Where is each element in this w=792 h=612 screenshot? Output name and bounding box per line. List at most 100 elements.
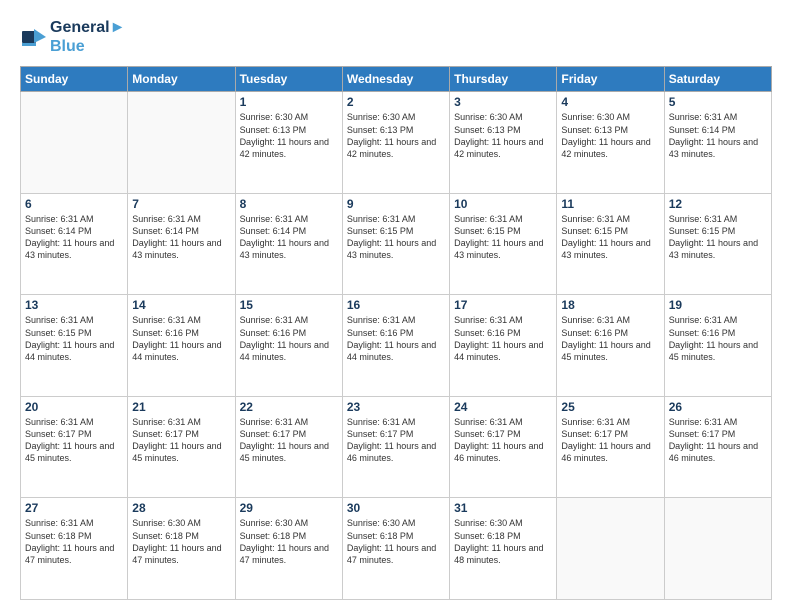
day-info: Sunrise: 6:31 AM Sunset: 6:15 PM Dayligh…	[347, 213, 445, 262]
day-number: 30	[347, 501, 445, 515]
calendar-cell: 14 Sunrise: 6:31 AM Sunset: 6:16 PM Dayli…	[128, 295, 235, 397]
day-number: 21	[132, 400, 230, 414]
day-info: Sunrise: 6:31 AM Sunset: 6:17 PM Dayligh…	[240, 416, 338, 465]
week-row-2: 6Sunrise: 6:31 AM Sunset: 6:14 PM Daylig…	[21, 193, 772, 295]
calendar-cell: 10Sunrise: 6:31 AM Sunset: 6:15 PM Dayli…	[450, 193, 557, 295]
calendar-cell: 4 Sunrise: 6:30 AM Sunset: 6:13 PM Daylig…	[557, 92, 664, 194]
day-info: Sunrise: 6:30 AM Sunset: 6:18 PM Dayligh…	[347, 517, 445, 566]
calendar-cell: 26 Sunrise: 6:31 AM Sunset: 6:17 PM Dayli…	[664, 396, 771, 498]
calendar-cell: 11 Sunrise: 6:31 AM Sunset: 6:15 PM Dayli…	[557, 193, 664, 295]
day-number: 14	[132, 298, 230, 312]
calendar-cell: 12 Sunrise: 6:31 AM Sunset: 6:15 PM Dayli…	[664, 193, 771, 295]
day-number: 27	[25, 501, 123, 515]
week-row-4: 20 Sunrise: 6:31 AM Sunset: 6:17 PM Dayli…	[21, 396, 772, 498]
logo: General► Blue	[20, 18, 125, 56]
day-info: Sunrise: 6:31 AM Sunset: 6:16 PM Dayligh…	[132, 314, 230, 363]
calendar-cell: 21 Sunrise: 6:31 AM Sunset: 6:17 PM Dayli…	[128, 396, 235, 498]
calendar-cell: 6Sunrise: 6:31 AM Sunset: 6:14 PM Daylig…	[21, 193, 128, 295]
weekday-header-sunday: Sunday	[21, 67, 128, 92]
calendar-cell: 23 Sunrise: 6:31 AM Sunset: 6:17 PM Dayli…	[342, 396, 449, 498]
day-info: Sunrise: 6:31 AM Sunset: 6:15 PM Dayligh…	[25, 314, 123, 363]
day-info: Sunrise: 6:31 AM Sunset: 6:17 PM Dayligh…	[132, 416, 230, 465]
day-number: 25	[561, 400, 659, 414]
calendar-cell	[664, 498, 771, 600]
day-number: 23	[347, 400, 445, 414]
day-number: 19	[669, 298, 767, 312]
calendar-cell: 25 Sunrise: 6:31 AM Sunset: 6:17 PM Dayli…	[557, 396, 664, 498]
day-info: Sunrise: 6:30 AM Sunset: 6:18 PM Dayligh…	[240, 517, 338, 566]
day-info: Sunrise: 6:30 AM Sunset: 6:13 PM Dayligh…	[347, 111, 445, 160]
day-info: Sunrise: 6:31 AM Sunset: 6:17 PM Dayligh…	[561, 416, 659, 465]
day-number: 16	[347, 298, 445, 312]
day-info: Sunrise: 6:31 AM Sunset: 6:14 PM Dayligh…	[132, 213, 230, 262]
day-info: Sunrise: 6:31 AM Sunset: 6:15 PM Dayligh…	[454, 213, 552, 262]
weekday-header-saturday: Saturday	[664, 67, 771, 92]
day-info: Sunrise: 6:31 AM Sunset: 6:15 PM Dayligh…	[669, 213, 767, 262]
day-number: 22	[240, 400, 338, 414]
calendar-header-row: SundayMondayTuesdayWednesdayThursdayFrid…	[21, 67, 772, 92]
day-info: Sunrise: 6:31 AM Sunset: 6:17 PM Dayligh…	[347, 416, 445, 465]
day-number: 26	[669, 400, 767, 414]
day-info: Sunrise: 6:31 AM Sunset: 6:16 PM Dayligh…	[454, 314, 552, 363]
week-row-5: 27Sunrise: 6:31 AM Sunset: 6:18 PM Dayli…	[21, 498, 772, 600]
day-info: Sunrise: 6:31 AM Sunset: 6:16 PM Dayligh…	[347, 314, 445, 363]
day-info: Sunrise: 6:31 AM Sunset: 6:17 PM Dayligh…	[25, 416, 123, 465]
calendar-cell: 17 Sunrise: 6:31 AM Sunset: 6:16 PM Dayli…	[450, 295, 557, 397]
calendar-cell: 7 Sunrise: 6:31 AM Sunset: 6:14 PM Daylig…	[128, 193, 235, 295]
logo-icon	[20, 23, 48, 51]
day-info: Sunrise: 6:30 AM Sunset: 6:13 PM Dayligh…	[454, 111, 552, 160]
calendar-cell	[557, 498, 664, 600]
calendar-cell: 8 Sunrise: 6:31 AM Sunset: 6:14 PM Daylig…	[235, 193, 342, 295]
day-info: Sunrise: 6:31 AM Sunset: 6:16 PM Dayligh…	[561, 314, 659, 363]
calendar-cell: 30 Sunrise: 6:30 AM Sunset: 6:18 PM Dayli…	[342, 498, 449, 600]
day-info: Sunrise: 6:30 AM Sunset: 6:18 PM Dayligh…	[454, 517, 552, 566]
weekday-header-thursday: Thursday	[450, 67, 557, 92]
day-number: 13	[25, 298, 123, 312]
week-row-1: 1 Sunrise: 6:30 AM Sunset: 6:13 PM Daylig…	[21, 92, 772, 194]
calendar-cell: 24Sunrise: 6:31 AM Sunset: 6:17 PM Dayli…	[450, 396, 557, 498]
calendar-cell: 1Sunrise: 6:30 AM Sunset: 6:13 PM Daylig…	[235, 92, 342, 194]
calendar-cell: 28Sunrise: 6:30 AM Sunset: 6:18 PM Dayli…	[128, 498, 235, 600]
calendar-cell: 2 Sunrise: 6:30 AM Sunset: 6:13 PM Daylig…	[342, 92, 449, 194]
calendar-cell: 16 Sunrise: 6:31 AM Sunset: 6:16 PM Dayli…	[342, 295, 449, 397]
weekday-header-tuesday: Tuesday	[235, 67, 342, 92]
day-number: 31	[454, 501, 552, 515]
day-number: 20	[25, 400, 123, 414]
day-number: 18	[561, 298, 659, 312]
day-info: Sunrise: 6:30 AM Sunset: 6:13 PM Dayligh…	[561, 111, 659, 160]
day-info: Sunrise: 6:31 AM Sunset: 6:14 PM Dayligh…	[25, 213, 123, 262]
calendar-cell: 29 Sunrise: 6:30 AM Sunset: 6:18 PM Dayli…	[235, 498, 342, 600]
day-number: 12	[669, 197, 767, 211]
day-number: 5	[669, 95, 767, 109]
day-number: 29	[240, 501, 338, 515]
calendar-cell: 13 Sunrise: 6:31 AM Sunset: 6:15 PM Dayli…	[21, 295, 128, 397]
calendar-cell: 5 Sunrise: 6:31 AM Sunset: 6:14 PM Daylig…	[664, 92, 771, 194]
day-number: 11	[561, 197, 659, 211]
day-info: Sunrise: 6:31 AM Sunset: 6:16 PM Dayligh…	[669, 314, 767, 363]
day-number: 4	[561, 95, 659, 109]
weekday-header-wednesday: Wednesday	[342, 67, 449, 92]
day-number: 7	[132, 197, 230, 211]
day-number: 17	[454, 298, 552, 312]
day-number: 8	[240, 197, 338, 211]
day-number: 1	[240, 95, 338, 109]
calendar-cell: 20 Sunrise: 6:31 AM Sunset: 6:17 PM Dayli…	[21, 396, 128, 498]
calendar-cell: 31 Sunrise: 6:30 AM Sunset: 6:18 PM Dayli…	[450, 498, 557, 600]
header: General► Blue	[20, 18, 772, 56]
day-info: Sunrise: 6:31 AM Sunset: 6:14 PM Dayligh…	[240, 213, 338, 262]
day-number: 24	[454, 400, 552, 414]
day-info: Sunrise: 6:31 AM Sunset: 6:14 PM Dayligh…	[669, 111, 767, 160]
logo-text: General► Blue	[50, 18, 125, 56]
day-info: Sunrise: 6:31 AM Sunset: 6:15 PM Dayligh…	[561, 213, 659, 262]
calendar-table: SundayMondayTuesdayWednesdayThursdayFrid…	[20, 66, 772, 600]
day-info: Sunrise: 6:31 AM Sunset: 6:16 PM Dayligh…	[240, 314, 338, 363]
day-info: Sunrise: 6:31 AM Sunset: 6:17 PM Dayligh…	[669, 416, 767, 465]
weekday-header-friday: Friday	[557, 67, 664, 92]
day-number: 2	[347, 95, 445, 109]
calendar-cell: 15Sunrise: 6:31 AM Sunset: 6:16 PM Dayli…	[235, 295, 342, 397]
weekday-header-monday: Monday	[128, 67, 235, 92]
calendar-cell: 19 Sunrise: 6:31 AM Sunset: 6:16 PM Dayli…	[664, 295, 771, 397]
day-number: 3	[454, 95, 552, 109]
calendar-cell: 3 Sunrise: 6:30 AM Sunset: 6:13 PM Daylig…	[450, 92, 557, 194]
page: General► Blue SundayMondayTuesdayWednesd…	[0, 0, 792, 612]
